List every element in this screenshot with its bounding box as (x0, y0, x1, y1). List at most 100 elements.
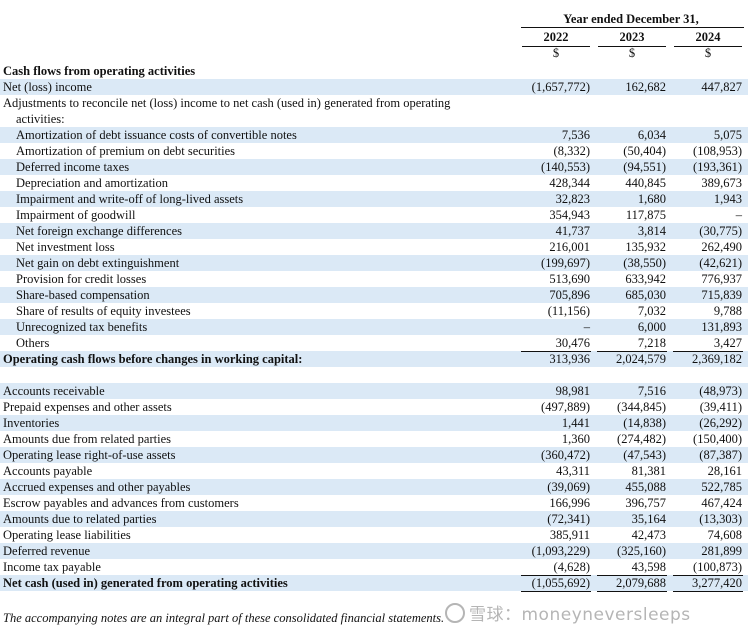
row-label: Amounts due from related parties (3, 432, 172, 446)
subtotal-rule (521, 351, 591, 352)
table-row: Operating lease liabilities 385,911 42,473… (0, 527, 748, 543)
period-header: Year ended December 31, (563, 12, 699, 26)
value-2024: (48,973) (699, 384, 742, 398)
row-label: Net investment loss (16, 240, 115, 254)
watermark-logo-icon (445, 603, 465, 623)
row-label: Share-based compensation (16, 288, 150, 302)
table-row: Inventories 1,441 (14,838) (26,292) (0, 415, 748, 431)
watermark-text: 雪球：moneyneversleeps (469, 605, 691, 625)
value-2024: 262,490 (701, 240, 742, 254)
row-label: Prepaid expenses and other assets (3, 400, 172, 414)
row-label: Net cash (used in) generated from operat… (3, 576, 288, 590)
footer-note: The accompanying notes are an integral p… (3, 611, 445, 625)
row-label: Accounts payable (3, 464, 93, 478)
value-2024: 447,827 (701, 80, 742, 94)
value-2024: 776,937 (701, 272, 742, 286)
currency-label: $ (552, 46, 560, 60)
value-2024: 74,608 (707, 528, 742, 542)
table-row: Amortization of premium on debt securiti… (0, 143, 748, 159)
table-row: Prepaid expenses and other assets (497,88… (0, 399, 748, 415)
table-row: Amounts due from related parties 1,360 (27… (0, 431, 748, 447)
row-label: Provision for credit losses (16, 272, 147, 286)
row-label: Accrued expenses and other payables (3, 480, 191, 494)
row-label: Cash flows from operating activities (3, 64, 196, 78)
subtotal-rule (597, 351, 667, 352)
value-2024: (100,873) (693, 560, 742, 574)
value-2024: (26,292) (699, 416, 742, 430)
subtotal-rule (673, 575, 743, 576)
currency-label: $ (704, 46, 712, 60)
table-row: Accrued expenses and other payables (39,0… (0, 479, 748, 495)
table-row: Share of results of equity investees (11,… (0, 303, 748, 319)
value-2024: 467,424 (701, 496, 742, 510)
year-underline (674, 46, 742, 47)
value-2024: 28,161 (707, 464, 742, 478)
value-2024: 1,943 (713, 192, 742, 206)
table-row: Others 30,476 7,218 3,427 (0, 335, 748, 351)
year-label: 2022 (543, 30, 569, 44)
value-2024: (13,303) (699, 512, 742, 526)
year-label: 2024 (695, 30, 721, 44)
year-underline (522, 46, 590, 47)
row-label: Net gain on debt extinguishment (16, 256, 180, 270)
table-row: activities: (0, 111, 748, 127)
row-label: Adjustments to reconcile net (loss) inco… (3, 96, 451, 110)
row-label: Net (loss) income (3, 80, 92, 94)
value-2024: (150,400) (693, 432, 742, 446)
year-label: 2023 (619, 30, 645, 44)
subtotal-rule (521, 575, 591, 576)
value-2024: 715,839 (701, 288, 742, 302)
total-rule (673, 591, 743, 592)
table-row: Net (loss) income (1,657,772) 162,682 447,8… (0, 79, 748, 95)
value-2024: 2,369,182 (692, 352, 742, 366)
year-2022-header: 2022 $ (521, 30, 591, 60)
value-2024: (87,387) (699, 448, 742, 462)
cash-flow-table: Cash flows from operating activities Net … (0, 63, 748, 592)
row-label: Operating cash flows before changes in w… (3, 352, 303, 366)
row-label: Net foreign exchange differences (16, 224, 183, 238)
table-row: Escrow payables and advances from custom… (0, 495, 748, 511)
subtotal-rule (673, 351, 743, 352)
table-row: Deferred income taxes (140,553) (94,551) (1… (0, 159, 748, 175)
row-label: Escrow payables and advances from custom… (3, 496, 239, 510)
value-2024: 131,893 (701, 320, 742, 334)
watermark: 雪球：moneyneversleeps (445, 600, 691, 625)
total-rule (597, 591, 667, 592)
table-row: Operating cash flows before changes in w… (0, 351, 748, 367)
table-row: Unrecognized tax benefits –6,000 131,893 (0, 319, 748, 335)
row-label: Deferred income taxes (16, 160, 130, 174)
value-2024: – (735, 208, 742, 222)
value-2024: 389,673 (701, 176, 742, 190)
row-label: Amortization of debt issuance costs of c… (16, 128, 297, 142)
value-2024: 3,277,420 (692, 576, 742, 590)
row-label: Deferred revenue (3, 544, 91, 558)
row-label: Amortization of premium on debt securiti… (16, 144, 236, 158)
value-2024: (39,411) (699, 400, 742, 414)
year-2023-header: 2023 $ (597, 30, 667, 60)
table-row: Operating lease right-of-use assets (360,… (0, 447, 748, 463)
row-label: Amounts due to related parties (3, 512, 157, 526)
row-label: Share of results of equity investees (16, 304, 191, 318)
table-row: Impairment and write-off of long-lived a… (0, 191, 748, 207)
row-label: Accounts receivable (3, 384, 105, 398)
value-2024: (193,361) (693, 160, 742, 174)
value-2024: 522,785 (701, 480, 742, 494)
period-rule (521, 27, 744, 28)
table-row: Net investment loss 216,001 135,932 262,490 (0, 239, 748, 255)
table-row: Adjustments to reconcile net (loss) inco… (0, 95, 748, 111)
row-label: activities: (16, 112, 65, 126)
year-2024-header: 2024 $ (673, 30, 743, 60)
value-2024: 5,075 (713, 128, 742, 142)
row-label: Depreciation and amortization (16, 176, 169, 190)
table-row: Deferred revenue (1,093,229) (325,160) 281,… (0, 543, 748, 559)
row-label: Unrecognized tax benefits (16, 320, 148, 334)
row-label: Inventories (3, 416, 60, 430)
table-row: Amortization of debt issuance costs of c… (0, 127, 748, 143)
value-2024: (108,953) (693, 144, 742, 158)
table-row: Net cash (used in) generated from operat… (0, 575, 748, 592)
table-row: Net foreign exchange differences 41,737 3,… (0, 223, 748, 239)
row-label: Income tax payable (3, 560, 101, 574)
year-underline (598, 46, 666, 47)
value-2024: 3,427 (713, 336, 742, 350)
table-row: Share-based compensation 705,896 685,030 71… (0, 287, 748, 303)
